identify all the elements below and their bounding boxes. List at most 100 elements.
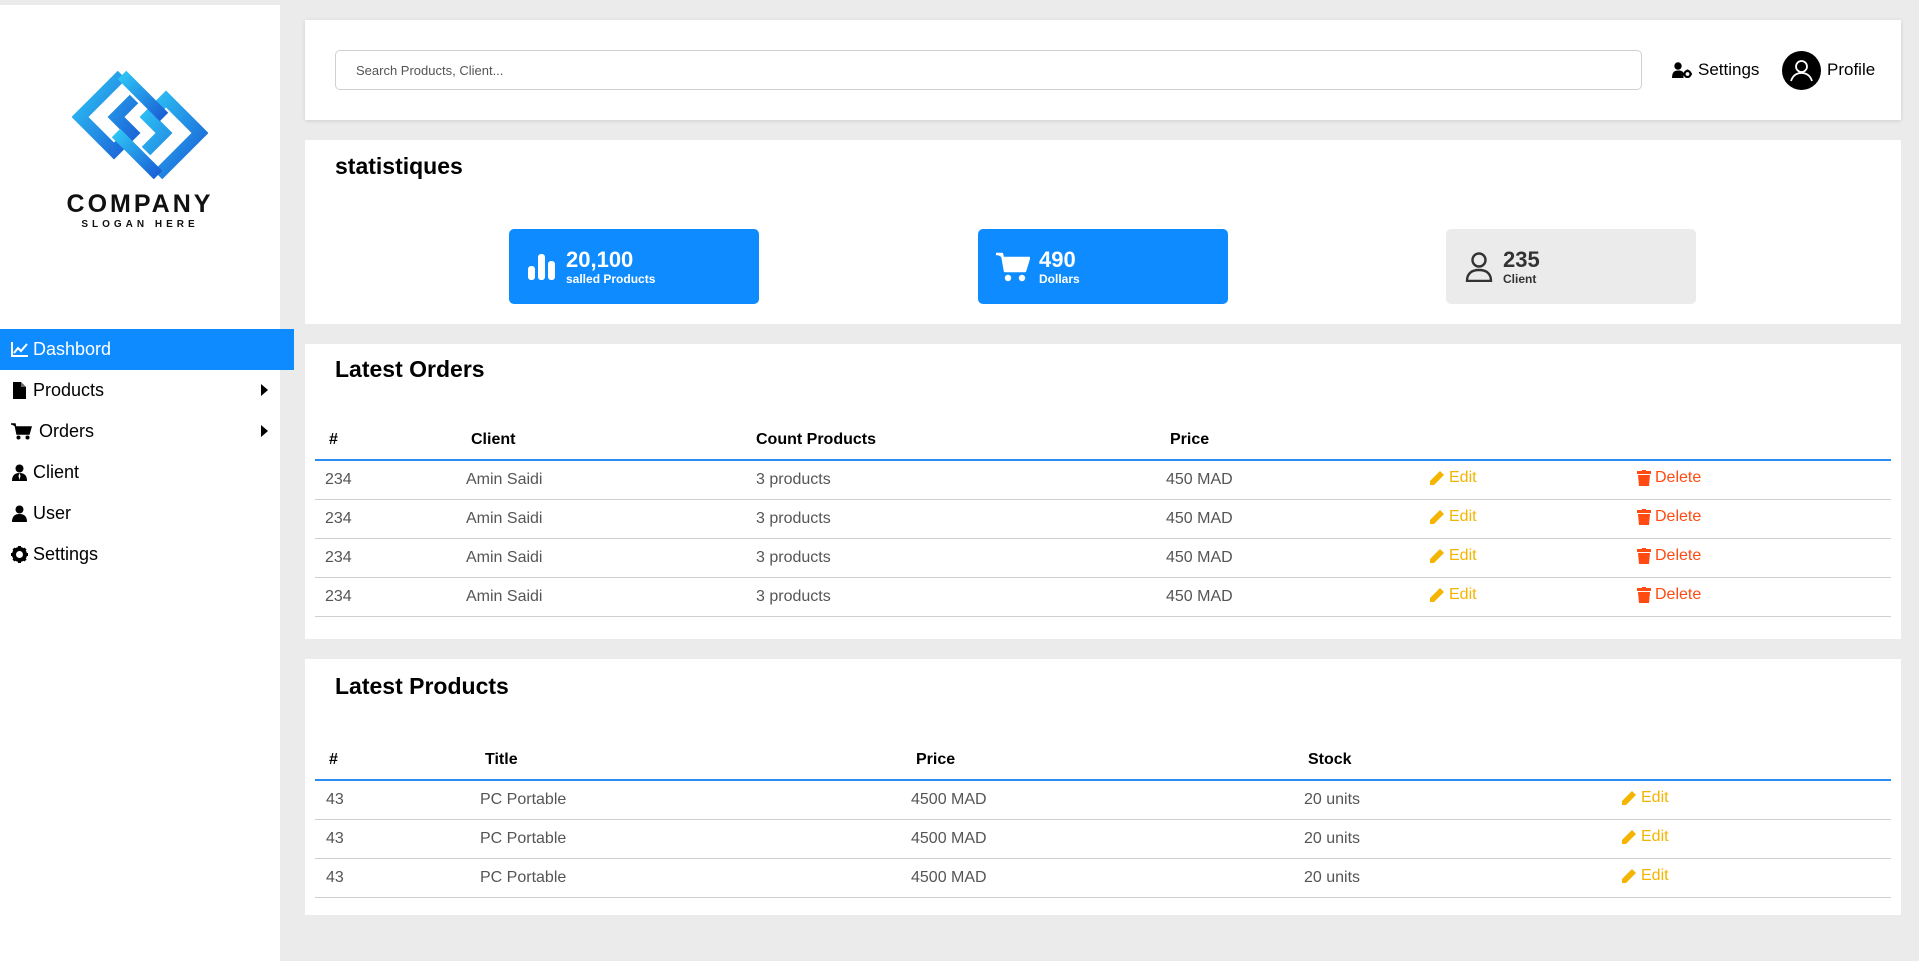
delete-label: Delete bbox=[1655, 585, 1702, 603]
column-header: Stock bbox=[1304, 740, 1615, 781]
column-header: # bbox=[315, 740, 475, 781]
product-price: 4500 MAD bbox=[910, 858, 1304, 898]
edit-button[interactable]: Edit bbox=[1429, 469, 1477, 487]
column-header-empty bbox=[1637, 420, 1891, 461]
order-id: 234 bbox=[315, 460, 462, 500]
order-price: 450 MAD bbox=[1166, 460, 1429, 500]
user-outline-icon bbox=[1790, 59, 1813, 81]
column-header: Count Products bbox=[756, 420, 1166, 461]
cart-icon bbox=[996, 252, 1030, 282]
search-input[interactable] bbox=[335, 50, 1642, 90]
stat-value: 490 bbox=[1039, 246, 1076, 272]
company-slogan: SLOGAN HERE bbox=[81, 219, 199, 230]
sidebar-item-label: Dashbord bbox=[33, 339, 112, 359]
pencil-icon bbox=[1622, 829, 1636, 844]
latest-products-title: Latest Products bbox=[335, 673, 509, 699]
edit-button[interactable]: Edit bbox=[1621, 828, 1669, 846]
order-client: Amin Saidi bbox=[462, 460, 756, 500]
sidebar-item-label: User bbox=[33, 503, 72, 523]
order-price: 450 MAD bbox=[1166, 577, 1429, 617]
user-icon bbox=[10, 505, 28, 523]
edit-button[interactable]: Edit bbox=[1429, 508, 1477, 526]
settings-link[interactable]: Settings bbox=[1672, 50, 1759, 90]
sidebar-item-products[interactable]: Products bbox=[0, 370, 294, 411]
file-icon bbox=[10, 382, 28, 400]
sidebar-item-label: Orders bbox=[39, 421, 95, 441]
cart-icon bbox=[10, 423, 32, 441]
column-header: Price bbox=[1166, 420, 1429, 461]
order-id: 234 bbox=[315, 538, 462, 578]
delete-button[interactable]: Delete bbox=[1637, 547, 1701, 565]
table-row: 234 Amin Saidi 3 products 450 MAD Edit D… bbox=[315, 460, 1891, 500]
delete-button[interactable]: Delete bbox=[1637, 508, 1701, 526]
delete-button[interactable]: Delete bbox=[1637, 586, 1701, 604]
edit-button[interactable]: Edit bbox=[1429, 586, 1477, 604]
pencil-icon bbox=[1430, 509, 1444, 524]
product-price: 4500 MAD bbox=[910, 819, 1304, 859]
product-stock: 20 units bbox=[1304, 780, 1615, 820]
edit-label: Edit bbox=[1641, 788, 1669, 806]
stat-value: 235 bbox=[1503, 246, 1540, 272]
delete-label: Delete bbox=[1655, 468, 1702, 486]
stat-label: Dollars bbox=[1039, 271, 1080, 286]
trash-icon bbox=[1637, 469, 1651, 486]
edit-button[interactable]: Edit bbox=[1621, 789, 1669, 807]
table-row: 234 Amin Saidi 3 products 450 MAD Edit D… bbox=[315, 577, 1891, 617]
edit-label: Edit bbox=[1449, 546, 1477, 564]
latest-orders-card: Latest Orders # Client Count Products Pr… bbox=[305, 344, 1901, 639]
profile-label: Profile bbox=[1827, 60, 1876, 79]
order-client: Amin Saidi bbox=[462, 538, 756, 578]
pencil-icon bbox=[1622, 868, 1636, 883]
product-title: PC Portable bbox=[475, 858, 910, 898]
caret-right-icon bbox=[261, 384, 268, 396]
table-row: 43 PC Portable 4500 MAD 20 units Edit bbox=[315, 819, 1891, 859]
product-stock: 20 units bbox=[1304, 858, 1615, 898]
sidebar-item-dashbord[interactable]: Dashbord bbox=[0, 329, 294, 370]
edit-label: Edit bbox=[1641, 827, 1669, 845]
order-client: Amin Saidi bbox=[462, 499, 756, 539]
column-header: Client bbox=[462, 420, 756, 461]
sidebar-item-orders[interactable]: Orders bbox=[0, 411, 294, 452]
statistics-title: statistiques bbox=[335, 153, 463, 179]
sidebar-item-client[interactable]: Client bbox=[0, 452, 294, 493]
order-count: 3 products bbox=[756, 577, 1166, 617]
stat-value: 20,100 bbox=[566, 246, 634, 272]
table-row: 234 Amin Saidi 3 products 450 MAD Edit D… bbox=[315, 499, 1891, 539]
pencil-icon bbox=[1430, 470, 1444, 485]
sidebar-item-settings[interactable]: Settings bbox=[0, 534, 294, 575]
sidebar-item-label: Settings bbox=[33, 544, 99, 564]
edit-label: Edit bbox=[1449, 507, 1477, 525]
delete-button[interactable]: Delete bbox=[1637, 469, 1701, 487]
sidebar-nav: Dashbord Products Orders Client User Set… bbox=[0, 329, 294, 575]
sidebar: COMPANY SLOGAN HERE Dashbord Products Or… bbox=[0, 5, 294, 961]
order-count: 3 products bbox=[756, 499, 1166, 539]
column-header: Title bbox=[475, 740, 910, 781]
company-logo[interactable]: COMPANY SLOGAN HERE bbox=[58, 67, 222, 233]
profile-link[interactable]: Profile bbox=[1782, 50, 1875, 90]
stat-sold-products[interactable]: 20,100 salled Products bbox=[509, 229, 759, 304]
edit-button[interactable]: Edit bbox=[1621, 867, 1669, 885]
product-title: PC Portable bbox=[475, 780, 910, 820]
order-price: 450 MAD bbox=[1166, 538, 1429, 578]
edit-label: Edit bbox=[1449, 585, 1477, 603]
column-header: # bbox=[315, 420, 462, 461]
column-header-empty bbox=[1429, 420, 1637, 461]
sidebar-item-user[interactable]: User bbox=[0, 493, 294, 534]
order-id: 234 bbox=[315, 577, 462, 617]
table-row: 43 PC Portable 4500 MAD 20 units Edit bbox=[315, 780, 1891, 820]
sidebar-item-label: Client bbox=[33, 462, 80, 482]
pencil-icon bbox=[1622, 790, 1636, 805]
trash-icon bbox=[1637, 508, 1651, 525]
table-row: 234 Amin Saidi 3 products 450 MAD Edit D… bbox=[315, 538, 1891, 578]
table-row: 43 PC Portable 4500 MAD 20 units Edit bbox=[315, 858, 1891, 898]
edit-label: Edit bbox=[1449, 468, 1477, 486]
edit-label: Edit bbox=[1641, 866, 1669, 884]
avatar bbox=[1782, 50, 1821, 90]
product-id: 43 bbox=[315, 819, 475, 859]
stat-clients[interactable]: 235 Client bbox=[1446, 229, 1696, 304]
user-tie-icon bbox=[10, 464, 28, 482]
edit-button[interactable]: Edit bbox=[1429, 547, 1477, 565]
latest-orders-title: Latest Orders bbox=[335, 356, 485, 382]
stat-dollars[interactable]: 490 Dollars bbox=[978, 229, 1228, 304]
product-price: 4500 MAD bbox=[910, 780, 1304, 820]
